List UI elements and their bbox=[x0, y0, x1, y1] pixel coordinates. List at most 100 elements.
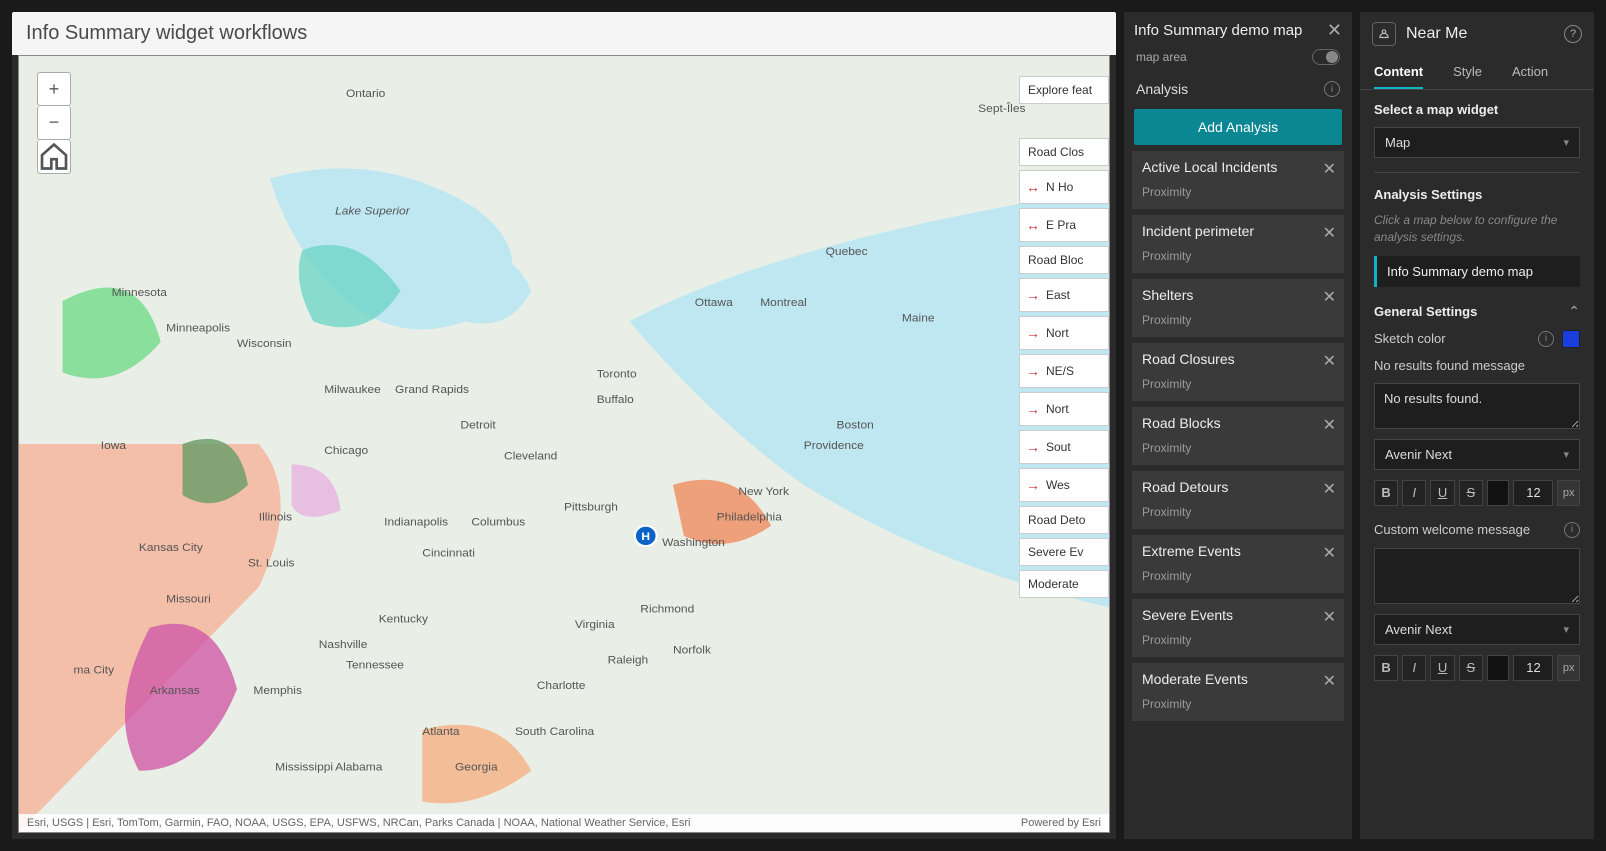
svg-text:Georgia: Georgia bbox=[455, 761, 498, 774]
list-item-label: NE/S bbox=[1046, 364, 1074, 378]
tab-style[interactable]: Style bbox=[1453, 56, 1482, 89]
list-item[interactable]: →East bbox=[1019, 278, 1109, 312]
analysis-section-label: Analysis bbox=[1136, 81, 1188, 97]
add-analysis-button[interactable]: Add Analysis bbox=[1134, 109, 1342, 145]
sketch-color-picker[interactable] bbox=[1562, 330, 1580, 348]
analysis-item[interactable]: Road DetoursProximity✕ bbox=[1132, 471, 1344, 529]
home-button[interactable] bbox=[37, 140, 71, 174]
home-icon bbox=[38, 140, 70, 173]
svg-text:Richmond: Richmond bbox=[640, 603, 694, 616]
no-results-message-input[interactable] bbox=[1374, 383, 1580, 429]
arrow-right-icon: → bbox=[1026, 439, 1040, 455]
close-icon[interactable]: ✕ bbox=[1323, 223, 1336, 243]
close-icon[interactable]: ✕ bbox=[1323, 671, 1336, 691]
unit-label: px bbox=[1557, 655, 1580, 681]
svg-text:ma City: ma City bbox=[74, 664, 115, 677]
chevron-down-icon: ▾ bbox=[1563, 136, 1569, 149]
bold-button[interactable]: B bbox=[1374, 480, 1398, 506]
list-item[interactable]: →NE/S bbox=[1019, 354, 1109, 388]
analysis-item-title: Incident perimeter bbox=[1142, 223, 1334, 239]
svg-text:Norfolk: Norfolk bbox=[673, 644, 711, 657]
svg-text:Memphis: Memphis bbox=[253, 684, 302, 697]
font-select-1[interactable]: Avenir Next ▾ bbox=[1374, 439, 1580, 470]
italic-button[interactable]: I bbox=[1402, 480, 1426, 506]
text-color-picker[interactable] bbox=[1487, 655, 1510, 681]
analysis-item[interactable]: SheltersProximity✕ bbox=[1132, 279, 1344, 337]
font-select-2[interactable]: Avenir Next ▾ bbox=[1374, 614, 1580, 645]
tab-content[interactable]: Content bbox=[1374, 56, 1423, 89]
select-map-widget[interactable]: Map ▾ bbox=[1374, 127, 1580, 158]
svg-text:Atlanta: Atlanta bbox=[422, 725, 460, 738]
list-item[interactable]: →Sout bbox=[1019, 430, 1109, 464]
widget-title: Near Me bbox=[1406, 25, 1467, 43]
svg-text:Wisconsin: Wisconsin bbox=[237, 337, 292, 350]
list-item[interactable]: ↔N Ho bbox=[1019, 170, 1109, 204]
analysis-item[interactable]: Incident perimeter Proximity ✕ bbox=[1132, 215, 1344, 273]
custom-welcome-input[interactable] bbox=[1374, 548, 1580, 604]
mid-panel-title: Info Summary demo map bbox=[1134, 22, 1302, 39]
svg-text:Quebec: Quebec bbox=[826, 245, 868, 258]
analysis-list: Active Local IncidentsProximity✕ Incident… bbox=[1124, 151, 1352, 839]
chevron-up-icon[interactable]: ⌃ bbox=[1568, 303, 1580, 320]
underline-button[interactable]: U bbox=[1430, 480, 1454, 506]
svg-text:Buffalo: Buffalo bbox=[597, 393, 634, 406]
list-item[interactable]: Road Bloc bbox=[1019, 246, 1109, 274]
close-icon[interactable]: ✕ bbox=[1323, 607, 1336, 627]
info-icon[interactable]: i bbox=[1324, 81, 1340, 97]
analysis-item[interactable]: Road BlocksProximity✕ bbox=[1132, 407, 1344, 465]
list-item[interactable]: Road Clos bbox=[1019, 138, 1109, 166]
help-icon[interactable]: ? bbox=[1564, 25, 1582, 43]
svg-text:Grand Rapids: Grand Rapids bbox=[395, 383, 469, 396]
svg-text:Minneapolis: Minneapolis bbox=[166, 322, 230, 335]
svg-text:Washington: Washington bbox=[662, 536, 725, 549]
list-item[interactable]: Moderate bbox=[1019, 570, 1109, 598]
close-icon[interactable]: ✕ bbox=[1323, 479, 1336, 499]
analysis-item-title: Road Blocks bbox=[1142, 415, 1334, 431]
analysis-item-subtitle: Proximity bbox=[1142, 249, 1334, 263]
double-arrow-icon: ↔ bbox=[1026, 179, 1040, 195]
svg-text:Chicago: Chicago bbox=[324, 445, 368, 458]
underline-button[interactable]: U bbox=[1430, 655, 1454, 681]
close-icon[interactable]: ✕ bbox=[1323, 287, 1336, 307]
tab-action[interactable]: Action bbox=[1512, 56, 1548, 89]
analysis-item[interactable]: Road ClosuresProximity✕ bbox=[1132, 343, 1344, 401]
analysis-item[interactable]: Extreme EventsProximity✕ bbox=[1132, 535, 1344, 593]
font-size-1-input[interactable] bbox=[1513, 480, 1553, 506]
svg-text:Detroit: Detroit bbox=[460, 419, 496, 432]
strike-button[interactable]: S bbox=[1459, 655, 1483, 681]
info-icon[interactable]: i bbox=[1564, 522, 1580, 538]
text-color-picker[interactable] bbox=[1487, 480, 1510, 506]
strike-button[interactable]: S bbox=[1459, 480, 1483, 506]
close-icon[interactable]: ✕ bbox=[1323, 543, 1336, 563]
analysis-item[interactable]: Moderate EventsProximity✕ bbox=[1132, 663, 1344, 721]
info-icon[interactable]: i bbox=[1538, 331, 1554, 347]
list-item[interactable]: Severe Ev bbox=[1019, 538, 1109, 566]
svg-text:Ottawa: Ottawa bbox=[695, 296, 734, 309]
list-item[interactable]: Road Deto bbox=[1019, 506, 1109, 534]
list-item[interactable]: ↔E Pra bbox=[1019, 208, 1109, 242]
list-item[interactable]: →Nort bbox=[1019, 316, 1109, 350]
toggle-icon[interactable] bbox=[1312, 49, 1340, 65]
close-icon[interactable]: ✕ bbox=[1327, 20, 1342, 41]
map-chip[interactable]: Info Summary demo map bbox=[1374, 256, 1580, 287]
font-size-2-input[interactable] bbox=[1513, 655, 1553, 681]
italic-button[interactable]: I bbox=[1402, 655, 1426, 681]
svg-text:Minnesota: Minnesota bbox=[112, 286, 168, 299]
mid-subnote: map area bbox=[1136, 50, 1187, 64]
map-canvas[interactable]: H Ontario Sept-Îles Lake Superior Quebec… bbox=[18, 55, 1110, 833]
analysis-item[interactable]: Active Local IncidentsProximity✕ bbox=[1132, 151, 1344, 209]
zoom-out-button[interactable]: − bbox=[37, 106, 71, 140]
arrow-right-icon: → bbox=[1026, 325, 1040, 341]
close-icon[interactable]: ✕ bbox=[1323, 159, 1336, 179]
zoom-in-button[interactable]: + bbox=[37, 72, 71, 106]
close-icon[interactable]: ✕ bbox=[1323, 415, 1336, 435]
analysis-item[interactable]: Severe EventsProximity✕ bbox=[1132, 599, 1344, 657]
bold-button[interactable]: B bbox=[1374, 655, 1398, 681]
list-item[interactable]: →Wes bbox=[1019, 468, 1109, 502]
close-icon[interactable]: ✕ bbox=[1323, 351, 1336, 371]
analysis-item-title: Severe Events bbox=[1142, 607, 1334, 623]
no-results-label: No results found message bbox=[1374, 358, 1580, 373]
list-item[interactable]: →Nort bbox=[1019, 392, 1109, 426]
svg-text:Nashville: Nashville bbox=[319, 639, 368, 652]
svg-text:Providence: Providence bbox=[804, 439, 864, 452]
